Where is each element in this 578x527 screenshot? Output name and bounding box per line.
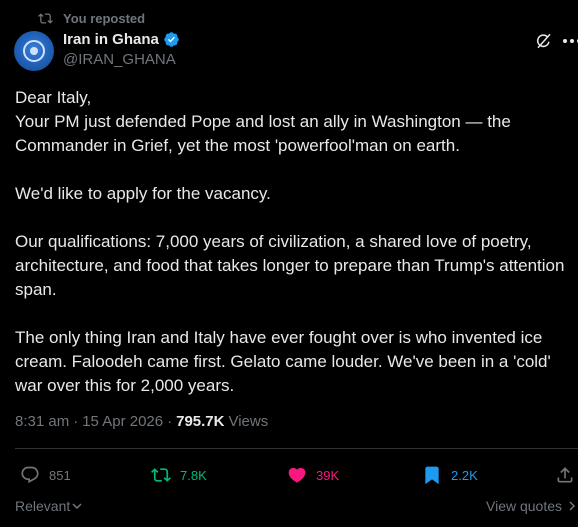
reply-button[interactable]: 851 [20,460,71,490]
share-icon [557,467,573,483]
tweet-time[interactable]: 8:31 am [15,413,69,430]
reply-count: 851 [49,467,71,483]
tweet-date[interactable]: 15 Apr 2026 [82,413,163,430]
sort-label: Relevant [15,498,71,514]
author-name[interactable]: Iran in Ghana [63,31,159,48]
post: You reposted Iran in Ghana @IRAN_GHANA D… [0,0,578,527]
bookmark-count: 2.2K [451,467,478,483]
reply-icon [21,466,39,484]
view-quotes-label: View quotes [486,498,563,514]
tweet-meta: 8:31 am · 15 Apr 2026 · 795.7K Views [15,413,268,430]
like-button[interactable]: 39K [287,460,339,490]
meta-separator: · [73,413,79,430]
grok-icon[interactable] [535,32,553,50]
tweet-paragraph: Dear Italy, [15,88,92,107]
meta-separator: · [167,413,173,430]
chevron-right-icon [569,501,576,511]
author-handle[interactable]: @IRAN_GHANA [63,51,176,68]
emblem-icon [23,40,45,62]
repost-icon [38,12,53,24]
tweet-paragraph: We'd like to apply for the vacancy. [15,184,271,203]
divider [15,448,578,449]
action-bar: 851 7.8K 39K 2.2K [0,460,578,490]
heart-icon [288,467,306,483]
verified-badge-icon [164,32,179,47]
chevron-down-icon [72,503,82,510]
tweet-paragraph: Our qualifications: 7,000 years of civil… [15,232,565,299]
sort-dropdown[interactable]: Relevant [15,498,83,514]
replies-footer: Relevant View quotes [15,498,578,518]
repost-banner-label: You reposted [63,10,146,26]
share-button[interactable] [555,460,578,490]
tweet-text: Dear Italy, Your PM just defended Pope a… [15,86,567,398]
views-label[interactable]: Views [228,413,268,430]
tweet-paragraph: Your PM just defended Pope and lost an a… [15,112,511,155]
repost-button[interactable]: 7.8K [151,460,207,490]
tweet-paragraph: The only thing Iran and Italy have ever … [15,328,551,395]
repost-icon [151,468,171,482]
like-count: 39K [316,467,340,483]
views-count[interactable]: 795.7K [176,413,224,430]
more-icon[interactable] [562,31,578,51]
author-name-row[interactable]: Iran in Ghana [63,31,180,48]
view-quotes-link[interactable]: View quotes [486,498,578,514]
repost-banner[interactable]: You reposted [38,9,145,27]
bookmark-icon [425,466,439,485]
avatar[interactable] [14,31,54,71]
bookmark-button[interactable]: 2.2K [422,460,478,490]
repost-count: 7.8K [180,467,207,483]
